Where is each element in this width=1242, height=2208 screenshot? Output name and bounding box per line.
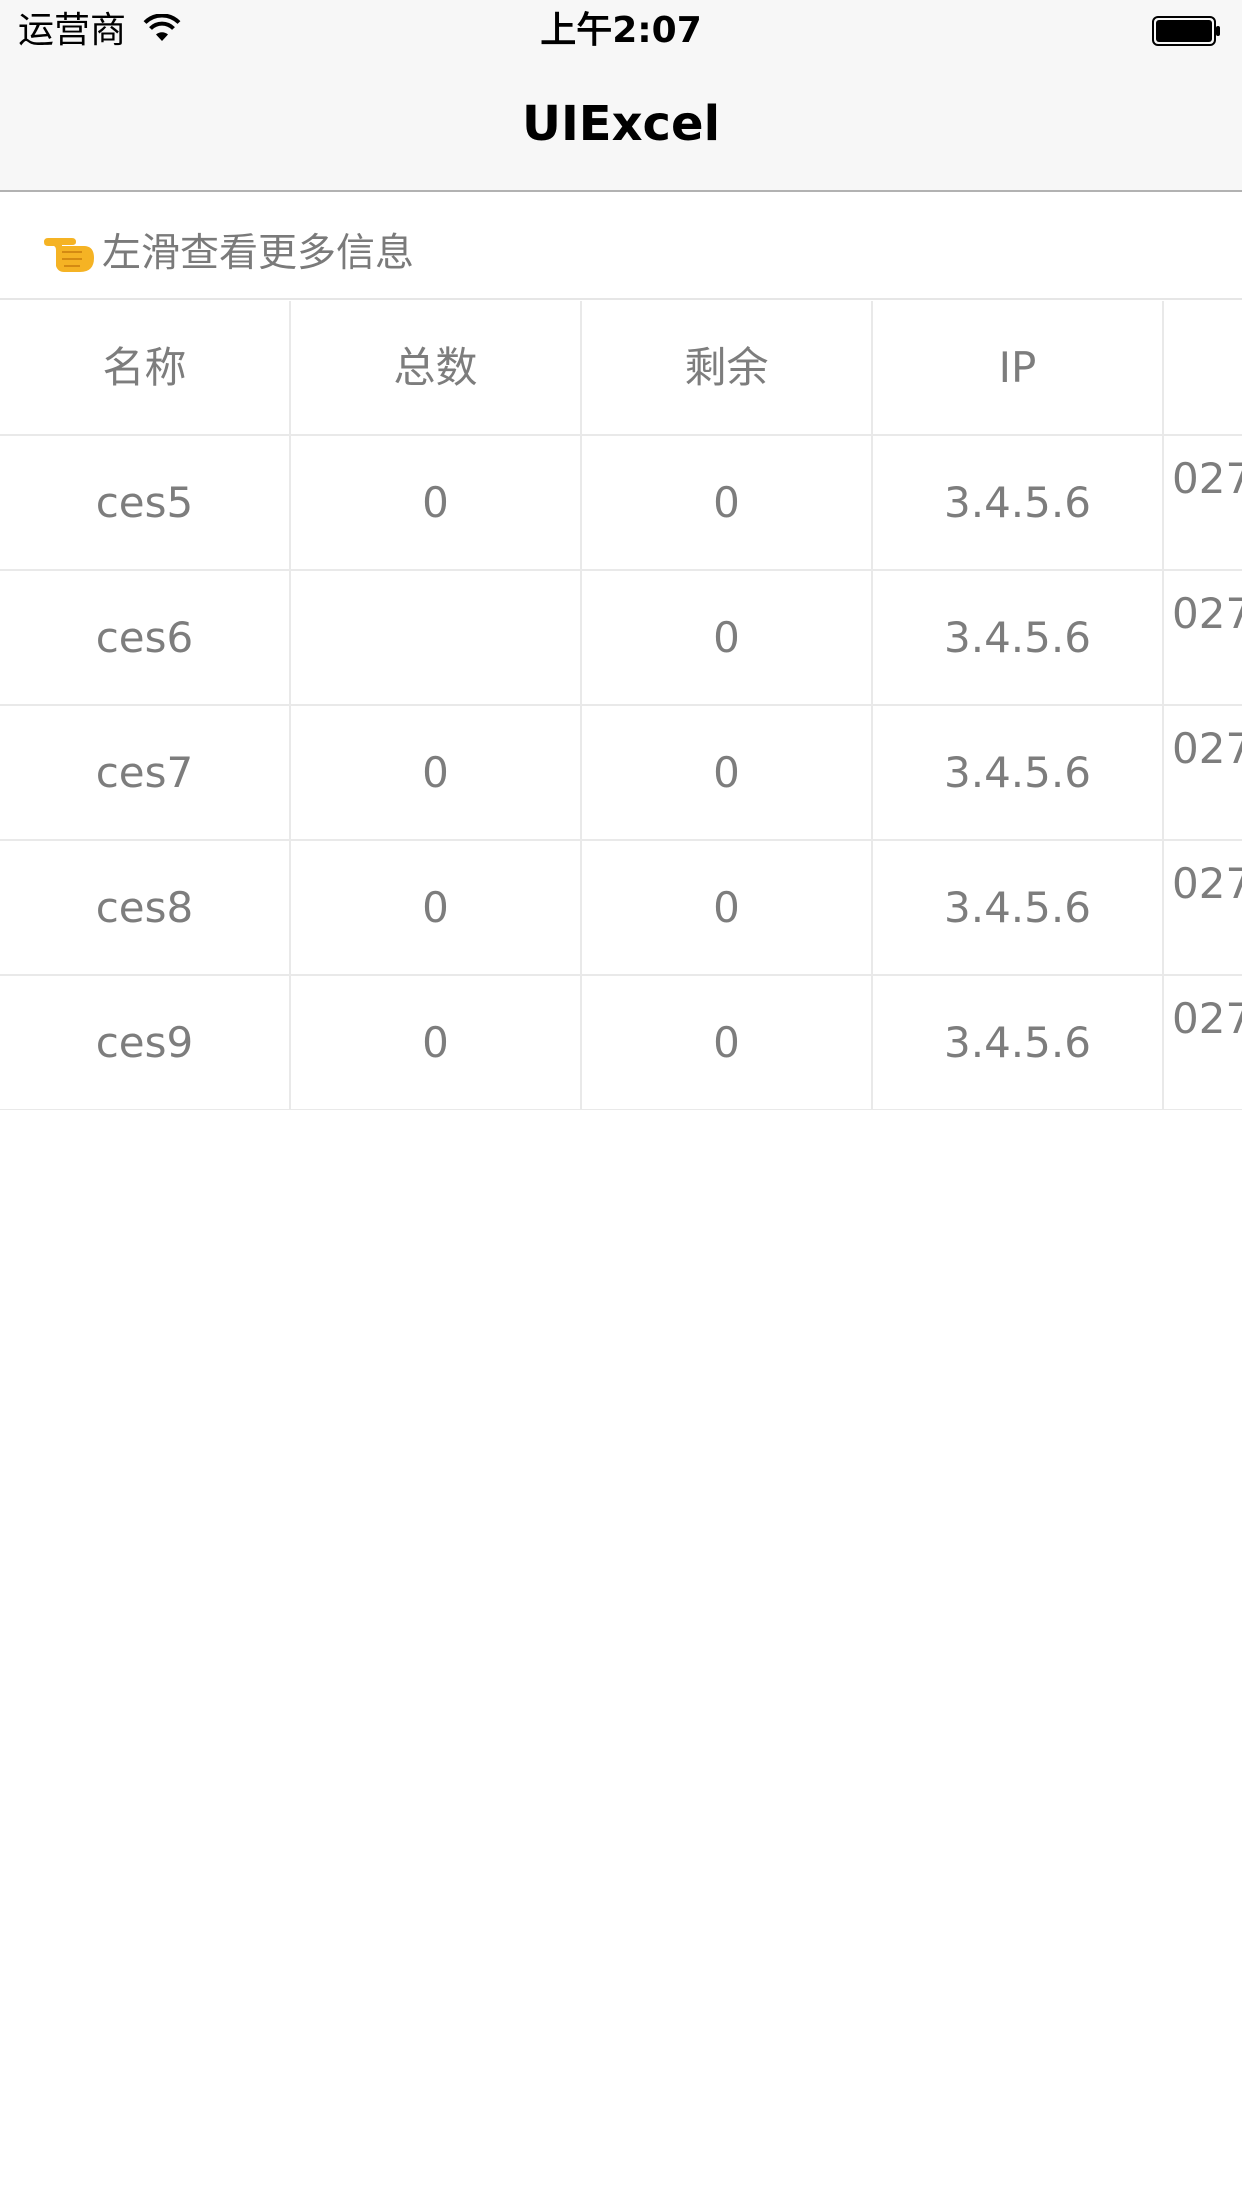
hint-text: 左滑查看更多信息 [102,231,415,276]
header-cell-total: 总数 [291,301,582,434]
table-cell: 0 [291,436,582,569]
table-row[interactable]: ces9 0 0 3.4.5.6 027 [0,976,1242,1110]
table-row[interactable]: ces5 0 0 3.4.5.6 027 [0,436,1242,571]
table-cell: 0 [291,706,582,839]
table-cell: 3.4.5.6 [873,436,1164,569]
pointing-left-hand-icon [44,238,94,272]
table-cell: 027 [1172,589,1242,638]
header-cell-name: 名称 [0,301,291,434]
status-time: 上午2:07 [540,10,702,51]
table-cell: 0 [582,976,873,1109]
table-cell: ces5 [0,436,291,569]
table-row[interactable]: ces6 0 3.4.5.6 027 [0,571,1242,706]
table-cell: 0 [582,571,873,704]
table-cell: 0 [582,436,873,569]
table-row[interactable]: ces8 0 0 3.4.5.6 027 [0,841,1242,976]
table-cell: 3.4.5.6 [873,841,1164,974]
table-cell: ces7 [0,706,291,839]
table-cell: 027 [1172,859,1242,908]
table-cell: 0 [582,841,873,974]
table-cell: ces6 [0,571,291,704]
table-cell: ces8 [0,841,291,974]
table-cell: ces9 [0,976,291,1109]
status-bar: 运营商 上午2:07 [0,0,1242,60]
table-cell: 3.4.5.6 [873,571,1164,704]
table-cell: 3.4.5.6 [873,706,1164,839]
excel-table[interactable]: 名称 总数 剩余 IP ces5 0 0 3.4.5.6 027 ces6 0 … [0,301,1242,1110]
table-cell: 0 [291,976,582,1109]
table-cell [291,571,582,704]
table-cell: 3.4.5.6 [873,976,1164,1109]
battery-icon [1152,16,1220,46]
header-cell-remaining: 剩余 [582,301,873,434]
navigation-bar: UIExcel [0,60,1242,192]
table-row[interactable]: ces7 0 0 3.4.5.6 027 [0,706,1242,841]
table-cell: 027 [1172,454,1242,503]
header-cell-ip: IP [873,301,1164,434]
table-cell: 0 [291,841,582,974]
top-bars: 运营商 上午2:07 UIExcel [0,0,1242,192]
nav-title: UIExcel [521,96,721,152]
table-header-row: 名称 总数 剩余 IP [0,301,1242,436]
table-cell: 0 [582,706,873,839]
table-cell: 027 [1172,724,1242,773]
table-cell: 027 [1172,994,1242,1043]
header-cell-more [1164,301,1242,434]
